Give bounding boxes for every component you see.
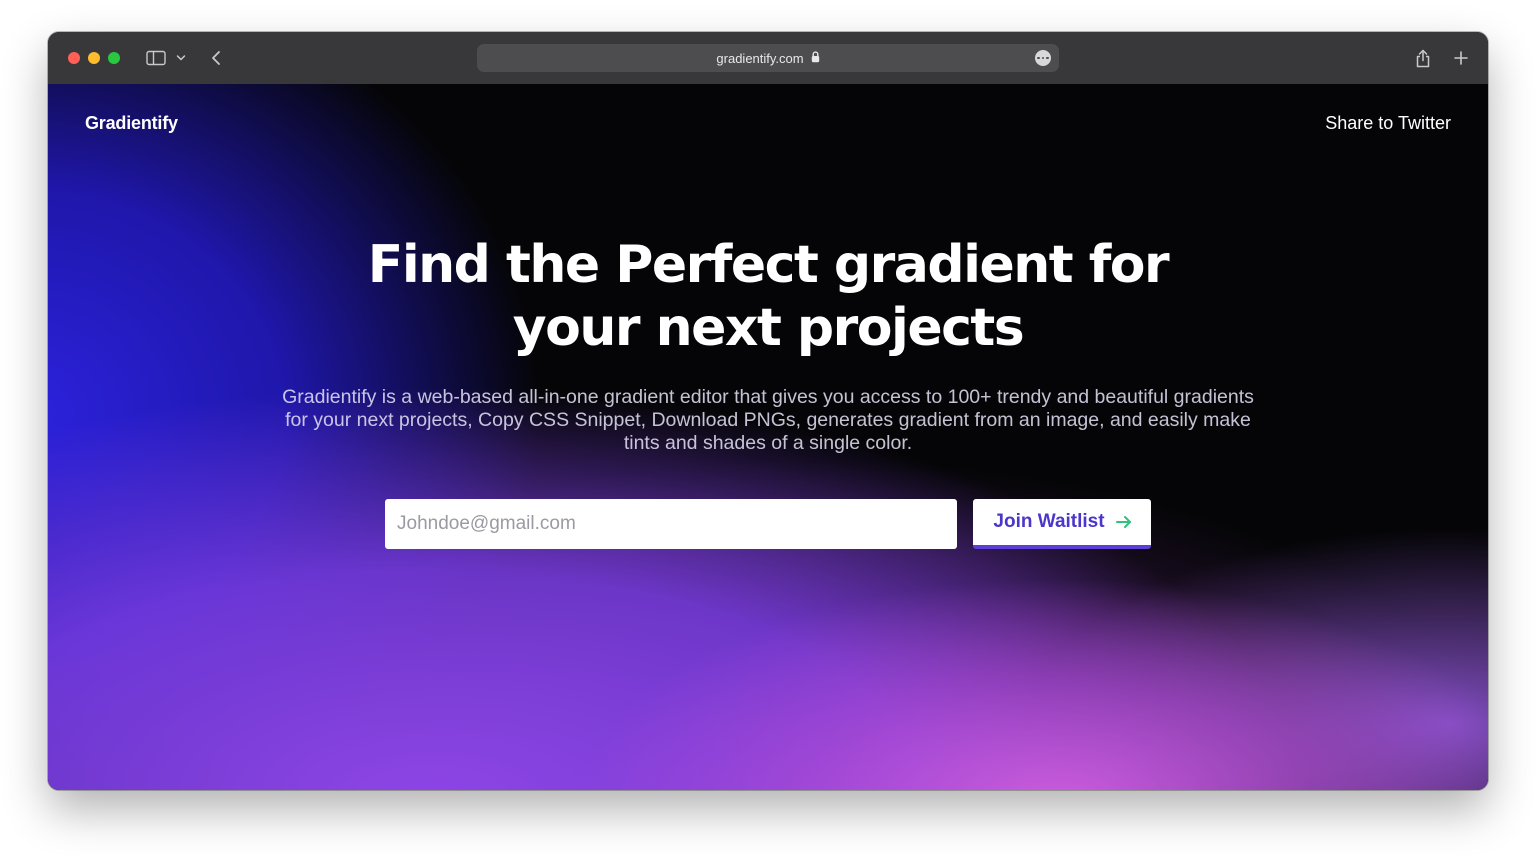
page-content: Gradientify Share to Twitter Find the Pe…	[48, 84, 1488, 790]
url-text: gradientify.com	[716, 50, 804, 66]
brand-logo[interactable]: Gradientify	[85, 113, 178, 134]
hero-title-line-1: Find the Perfect gradient for	[367, 235, 1170, 295]
minimize-window-button[interactable]	[88, 52, 100, 64]
join-waitlist-button[interactable]: Join Waitlist	[973, 499, 1151, 549]
address-bar[interactable]: gradientify.com	[477, 44, 1059, 72]
plus-icon[interactable]	[1450, 46, 1472, 70]
url-display[interactable]: gradientify.com	[477, 44, 1059, 72]
arrow-right-icon	[1115, 515, 1133, 529]
hero-description: Gradientify is a web-based all-in-one gr…	[282, 386, 1254, 454]
lock-icon	[811, 50, 820, 66]
share-to-twitter-link[interactable]: Share to Twitter	[1325, 113, 1451, 134]
share-icon[interactable]	[1412, 46, 1434, 70]
more-icon[interactable]	[1035, 50, 1051, 66]
hero-title: Find the Perfect gradient for your next …	[168, 234, 1368, 360]
email-input[interactable]	[385, 499, 957, 549]
maximize-window-button[interactable]	[108, 52, 120, 64]
chevron-down-icon[interactable]	[174, 46, 188, 70]
hero-title-line-2: your next projects	[512, 298, 1025, 358]
sidebar-icon[interactable]	[144, 46, 168, 70]
back-icon[interactable]	[206, 46, 226, 70]
browser-window: gradientify.com Gradientify Share to Twi…	[48, 32, 1488, 790]
browser-toolbar: gradientify.com	[48, 32, 1488, 85]
join-waitlist-label: Join Waitlist	[993, 511, 1105, 532]
close-window-button[interactable]	[68, 52, 80, 64]
